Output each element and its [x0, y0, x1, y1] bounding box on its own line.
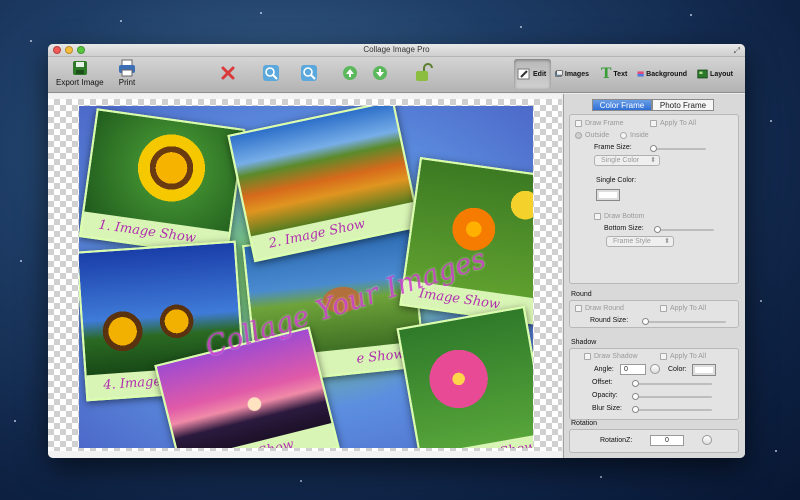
- star: [760, 300, 762, 302]
- bottom-size-label: Bottom Size:: [604, 225, 644, 232]
- background-icon: [637, 71, 644, 77]
- mode-text-label: Text: [613, 70, 628, 78]
- zoom-in-icon[interactable]: [262, 64, 280, 82]
- mode-layout-label: Layout: [710, 70, 733, 78]
- star: [690, 14, 692, 16]
- zoom-out-icon[interactable]: [300, 64, 318, 82]
- mode-edit-button[interactable]: Edit: [514, 59, 551, 89]
- shadow-color-swatch[interactable]: [692, 364, 716, 376]
- pink-flower-photo: [398, 308, 533, 448]
- collage-canvas[interactable]: 1. Image Show 4. Image e Show 2. Image S…: [79, 106, 533, 448]
- frame-apply-all-checkbox[interactable]: Apply To All: [650, 120, 696, 127]
- mode-edit-label: Edit: [533, 70, 547, 78]
- bottom-size-slider[interactable]: [654, 226, 714, 233]
- star: [260, 12, 262, 14]
- window-title: Collage Image Pro: [363, 45, 430, 54]
- outside-radio[interactable]: Outside: [575, 132, 609, 139]
- shadow-group: Draw Shadow Apply To All Angle: 0 Color:…: [569, 348, 739, 420]
- export-image-button[interactable]: Export Image: [56, 59, 104, 87]
- round-size-slider[interactable]: [642, 318, 726, 325]
- star: [775, 450, 777, 452]
- properties-panel: Color Frame Photo Frame Draw Frame Apply…: [563, 94, 745, 458]
- bring-forward-icon[interactable]: [342, 65, 358, 81]
- star: [600, 476, 602, 478]
- mode-images-label: Images: [564, 70, 589, 78]
- toolbar: Export Image Print Edit Images T Text Ba…: [48, 57, 745, 93]
- fullscreen-icon[interactable]: ⤢: [734, 46, 740, 56]
- draw-frame-checkbox[interactable]: Draw Frame: [575, 120, 624, 127]
- save-icon: [72, 61, 87, 75]
- collage-photo[interactable]: 7. Image Show: [396, 305, 533, 448]
- star: [30, 40, 32, 42]
- star: [300, 480, 302, 482]
- rotation-group: RotationZ: 0: [569, 429, 739, 453]
- frame-size-label: Frame Size:: [594, 144, 632, 151]
- collage-photo[interactable]: Image Show: [399, 156, 533, 326]
- printer-icon: [119, 59, 135, 77]
- rotation-dial[interactable]: [702, 435, 712, 445]
- delete-icon[interactable]: [220, 65, 236, 81]
- round-apply-all-checkbox[interactable]: Apply To All: [660, 305, 706, 312]
- round-group: Draw Round Apply To All Round Size:: [569, 300, 739, 328]
- mode-layout-button[interactable]: Layout: [694, 59, 736, 89]
- rotation-z-input[interactable]: 0: [650, 435, 684, 446]
- edit-icon: [517, 68, 530, 80]
- layout-icon: [697, 69, 708, 79]
- shadow-section-title: Shadow: [571, 339, 597, 346]
- app-window: Collage Image Pro ⤢ Export Image Print E…: [48, 44, 745, 458]
- mode-background-label: Background: [646, 70, 687, 78]
- images-icon: [555, 70, 563, 77]
- unlock-icon[interactable]: [415, 63, 433, 83]
- frame-color-swatch[interactable]: [596, 189, 620, 201]
- single-color-label: Single Color:: [596, 177, 637, 184]
- opacity-slider[interactable]: [632, 393, 712, 400]
- star: [120, 20, 122, 22]
- offset-label: Offset:: [592, 379, 613, 386]
- tab-color-frame[interactable]: Color Frame: [592, 99, 652, 111]
- mode-images-button[interactable]: Images: [552, 59, 592, 89]
- send-backward-icon[interactable]: [372, 65, 388, 81]
- offset-slider[interactable]: [632, 380, 712, 387]
- draw-bottom-checkbox[interactable]: Draw Bottom: [594, 213, 644, 220]
- shadow-apply-all-checkbox[interactable]: Apply To All: [660, 353, 706, 360]
- mode-background-button[interactable]: Background: [634, 59, 690, 89]
- print-label: Print: [118, 78, 136, 87]
- frame-style-select[interactable]: Frame Style: [606, 236, 674, 247]
- blur-size-slider[interactable]: [632, 406, 712, 413]
- inside-radio[interactable]: Inside: [620, 132, 649, 139]
- draw-shadow-checkbox[interactable]: Draw Shadow: [584, 353, 638, 360]
- frame-size-slider[interactable]: [650, 145, 706, 152]
- blur-size-label: Blur Size:: [592, 405, 622, 412]
- title-bar: Collage Image Pro ⤢: [48, 44, 745, 57]
- round-size-label: Round Size:: [590, 317, 629, 324]
- shadow-color-label: Color:: [668, 366, 687, 373]
- print-button[interactable]: Print: [118, 59, 136, 87]
- rotation-z-label: RotationZ:: [600, 437, 633, 444]
- angle-input[interactable]: 0: [620, 364, 646, 375]
- mode-text-button[interactable]: T Text: [598, 59, 630, 89]
- star: [20, 260, 22, 262]
- color-mode-select[interactable]: Single Color: [594, 155, 660, 166]
- text-icon: T: [601, 66, 612, 82]
- star: [14, 420, 16, 422]
- angle-dial[interactable]: [650, 364, 660, 374]
- rotation-section-title: Rotation: [571, 420, 598, 427]
- opacity-label: Opacity:: [592, 392, 618, 399]
- star: [520, 26, 522, 28]
- round-section-title: Round: [571, 291, 592, 298]
- tab-photo-frame[interactable]: Photo Frame: [652, 99, 714, 111]
- frame-group: Draw Frame Apply To All Outside Inside F…: [569, 114, 739, 284]
- draw-round-checkbox[interactable]: Draw Round: [575, 305, 624, 312]
- export-image-label: Export Image: [56, 78, 104, 87]
- angle-label: Angle:: [594, 366, 614, 373]
- collage-photo[interactable]: 1. Image Show: [79, 108, 246, 258]
- star: [770, 120, 772, 122]
